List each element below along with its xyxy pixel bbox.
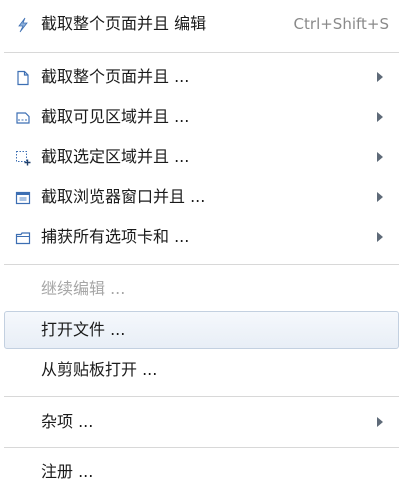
selection-icon <box>15 150 31 166</box>
submenu-arrow-icon <box>377 417 383 427</box>
menu-item-label: 截取整个页面并且 ... <box>41 67 190 86</box>
context-menu: 截取整个页面并且 编辑 Ctrl+Shift+S 截取整个页面并且 ... 截取… <box>0 0 403 495</box>
menu-item-label: 从剪贴板打开 ... <box>41 360 158 379</box>
menu-item-capture-full-page-edit[interactable]: 截取整个页面并且 编辑 Ctrl+Shift+S <box>4 5 399 43</box>
browser-window-icon <box>15 190 31 206</box>
page-icon <box>15 70 31 86</box>
menu-item-label: 截取选定区域并且 ... <box>41 147 190 166</box>
menu-item-label: 截取浏览器窗口并且 ... <box>41 187 206 206</box>
menu-item-label: 打开文件 ... <box>41 320 126 339</box>
tabs-icon <box>15 230 31 246</box>
menu-item-continue-editing: 继续编辑 ... <box>4 270 399 308</box>
menu-item-label: 继续编辑 ... <box>41 279 126 298</box>
menu-item-open-file[interactable]: 打开文件 ... <box>4 311 399 349</box>
menu-item-capture-visible-area[interactable]: 截取可见区域并且 ... <box>4 98 399 136</box>
menu-separator <box>4 52 399 53</box>
submenu-arrow-icon <box>377 232 383 242</box>
lightning-icon <box>15 17 31 33</box>
menu-item-label: 杂项 ... <box>41 412 94 431</box>
menu-item-register[interactable]: 注册 ... <box>4 453 399 491</box>
shortcut-label: Ctrl+Shift+S <box>293 15 389 33</box>
visible-area-icon <box>15 110 31 126</box>
submenu-arrow-icon <box>377 112 383 122</box>
menu-item-label: 截取可见区域并且 ... <box>41 107 190 126</box>
menu-separator <box>4 396 399 397</box>
menu-item-open-from-clipboard[interactable]: 从剪贴板打开 ... <box>4 351 399 389</box>
menu-item-capture-all-tabs[interactable]: 捕获所有选项卡和 ... <box>4 218 399 256</box>
menu-item-label: 截取整个页面并且 编辑 <box>41 14 207 33</box>
submenu-arrow-icon <box>377 192 383 202</box>
menu-item-label: 注册 ... <box>41 462 94 481</box>
menu-item-miscellaneous[interactable]: 杂项 ... <box>4 403 399 441</box>
submenu-arrow-icon <box>377 152 383 162</box>
submenu-arrow-icon <box>377 72 383 82</box>
menu-separator <box>4 264 399 265</box>
menu-item-capture-selected-area[interactable]: 截取选定区域并且 ... <box>4 138 399 176</box>
menu-item-capture-browser-window[interactable]: 截取浏览器窗口并且 ... <box>4 178 399 216</box>
menu-separator <box>4 447 399 448</box>
menu-item-label: 捕获所有选项卡和 ... <box>41 227 190 246</box>
menu-item-capture-full-page[interactable]: 截取整个页面并且 ... <box>4 58 399 96</box>
